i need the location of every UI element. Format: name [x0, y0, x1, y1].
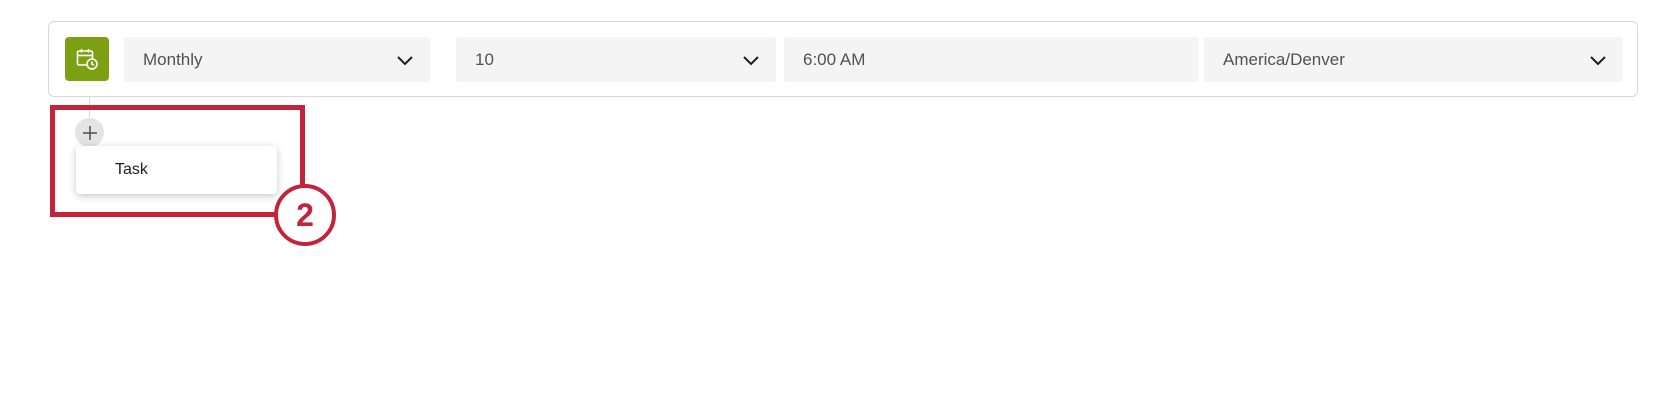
chevron-down-icon	[397, 56, 413, 66]
annotation-callout-badge: 2	[274, 184, 336, 246]
day-value: 10	[475, 49, 494, 69]
day-select[interactable]: 10	[456, 37, 776, 82]
chevron-down-icon	[1590, 56, 1606, 66]
frequency-select[interactable]: Monthly	[124, 37, 430, 82]
schedule-trigger-row: Monthly 10 6:00 AM America/Denver	[48, 21, 1638, 97]
calendar-clock-icon	[65, 37, 109, 81]
callout-number: 2	[296, 196, 314, 233]
timezone-value: America/Denver	[1223, 49, 1345, 69]
chevron-down-icon	[743, 56, 759, 66]
timezone-select[interactable]: America/Denver	[1204, 37, 1623, 82]
time-input[interactable]: 6:00 AM	[784, 37, 1199, 82]
frequency-value: Monthly	[143, 49, 203, 69]
time-value: 6:00 AM	[803, 49, 866, 69]
annotation-highlight-box	[50, 105, 305, 217]
